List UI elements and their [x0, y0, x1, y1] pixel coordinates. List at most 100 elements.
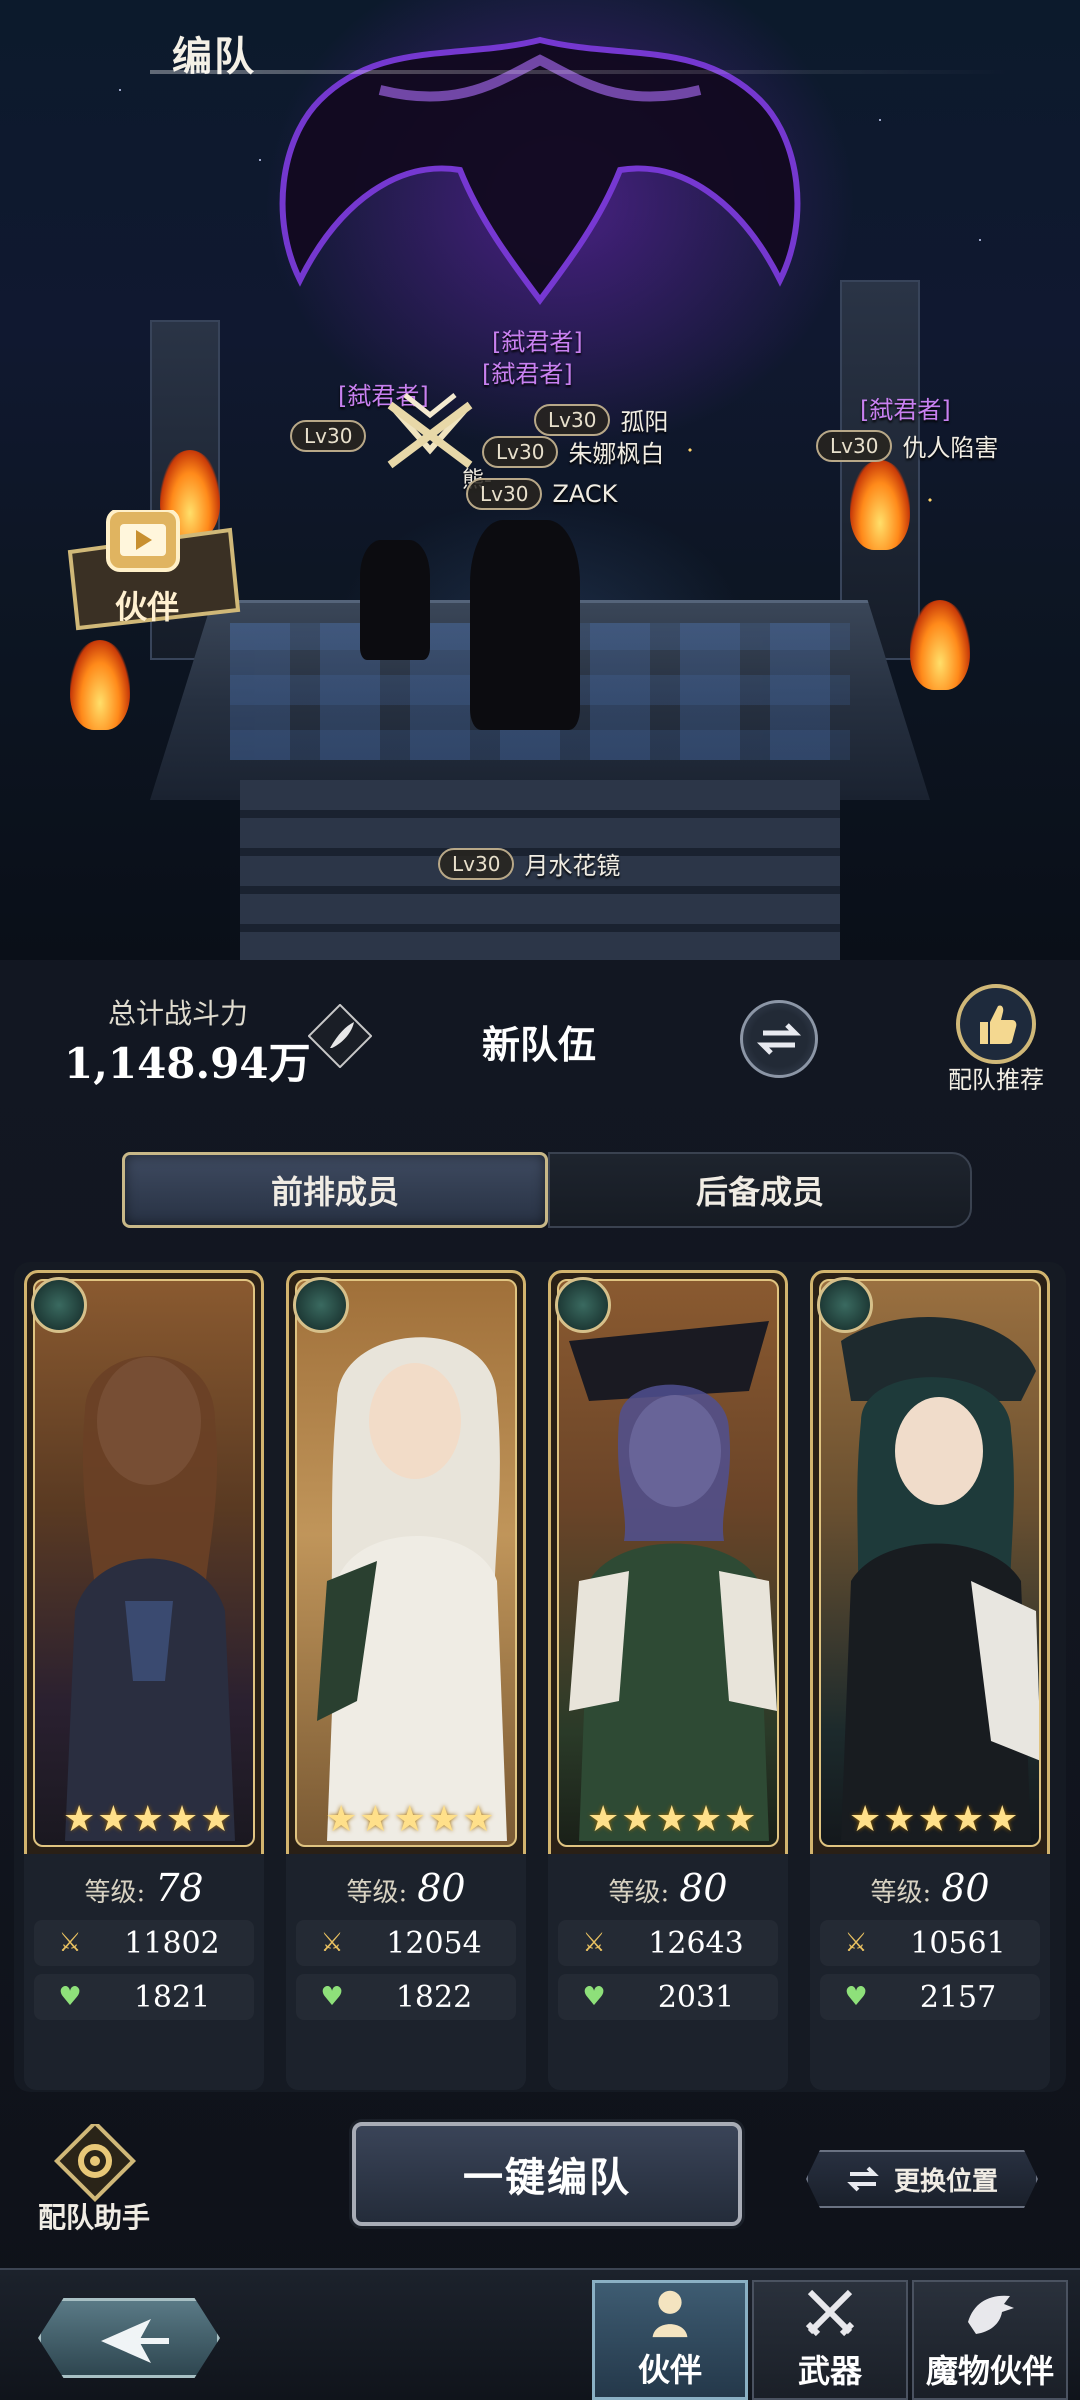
- level-label: 等级:: [608, 1878, 670, 1908]
- character-name: 孤阳: [620, 408, 669, 436]
- boss-silhouette: [279, 36, 801, 306]
- wind-element-icon: [555, 1277, 611, 1333]
- level-label: 等级:: [346, 1878, 408, 1908]
- crossed-swords-icon: [805, 2289, 855, 2337]
- wind-element-icon: [817, 1277, 873, 1333]
- gear-icon: [53, 2119, 137, 2203]
- right-brazier-fire: [850, 460, 910, 550]
- member-level: 等级: 80: [548, 1866, 788, 1910]
- companion-button-label: 伙伴: [115, 588, 180, 626]
- person-icon: [652, 2290, 688, 2338]
- companion-video-button[interactable]: 伙伴: [60, 508, 245, 635]
- nav-tab-label: 武器: [797, 2352, 862, 2390]
- member-portrait: [819, 1279, 1041, 1847]
- level-badge: Lv30: [438, 847, 515, 880]
- hp-value: 2031: [657, 1979, 735, 2015]
- member-level: 等级: 78: [24, 1866, 264, 1910]
- team-assistant-label: 配队助手: [38, 2201, 151, 2234]
- character-title: [弑君者]: [482, 360, 573, 388]
- dragon-icon: [968, 2295, 1014, 2334]
- back-button[interactable]: [38, 2298, 220, 2378]
- recommend-team-label: 配队推荐: [948, 1066, 1044, 1094]
- character-nameplate: Lv30: [290, 420, 367, 452]
- nav-tab-label: 伙伴: [637, 2351, 702, 2389]
- member-level: 等级: 80: [810, 1866, 1050, 1910]
- right-lower-fire: [910, 600, 970, 690]
- member-portrait: [295, 1279, 517, 1847]
- character-title: [弑君者]: [492, 328, 583, 356]
- swap-arrows-icon: [756, 1023, 802, 1055]
- member-portrait: [33, 1279, 255, 1847]
- character-nameplate: Lv30 ZACK: [466, 478, 617, 510]
- tab-reserve[interactable]: 后备成员: [548, 1152, 972, 1228]
- level-value: 80: [417, 1866, 466, 1910]
- level-value: 80: [941, 1866, 990, 1910]
- rarity-stars: ★ ★ ★ ★ ★: [587, 1799, 757, 1840]
- heart-icon: ♥: [844, 1982, 868, 2012]
- character-portrait-figure: [65, 1356, 235, 1841]
- total-power-value: 1,148.94万: [64, 1039, 311, 1088]
- switch-team-button[interactable]: [740, 1000, 818, 1078]
- attack-value: 12054: [386, 1925, 482, 1961]
- team-name[interactable]: 新队伍: [482, 1014, 596, 1069]
- regicide-crossed-swords-icon: [387, 393, 473, 469]
- hp-stat: ♥ 2031: [558, 1974, 778, 2020]
- character-name: 朱娜枫白: [568, 440, 665, 468]
- rarity-stars: ★ ★ ★ ★ ★: [325, 1799, 495, 1840]
- thumbs-up-icon: [956, 984, 1036, 1064]
- level-label: 等级:: [870, 1878, 932, 1908]
- character-nameplate: Lv30 月水花镜: [438, 846, 620, 881]
- hp-stat: ♥ 1821: [34, 1974, 254, 2020]
- rarity-stars: ★ ★ ★ ★ ★: [849, 1799, 1019, 1840]
- nav-tab-companion[interactable]: 伙伴: [592, 2280, 748, 2400]
- character-portrait-figure: [569, 1321, 777, 1841]
- quill-edit-icon[interactable]: [308, 1004, 372, 1068]
- hp-value: 1821: [133, 1979, 211, 2015]
- back-arrow-icon: [101, 2319, 169, 2363]
- member-portrait: [557, 1279, 779, 1847]
- attack-value: 12643: [648, 1925, 744, 1961]
- crossed-swords-icon: ⚔: [320, 1928, 344, 1958]
- tab-front-row[interactable]: 前排成员: [122, 1152, 548, 1228]
- character-portrait-figure: [841, 1317, 1039, 1841]
- attack-stat: ⚔ 12054: [296, 1920, 516, 1966]
- hp-stat: ♥ 2157: [820, 1974, 1040, 2020]
- character-nameplate: Lv30 朱娜枫白: [482, 434, 664, 469]
- attack-value: 11802: [124, 1925, 220, 1961]
- character-portrait-figure: [317, 1337, 507, 1841]
- total-power-label: 总计战斗力: [108, 997, 249, 1030]
- battle-scene: 编队 [弑君者] [弑君者] [弑君者] [弑君者] Lv30 Lv30 孤阳 …: [0, 0, 1080, 960]
- character-name: 仇人陷害: [902, 434, 999, 462]
- level-badge: Lv30: [816, 429, 893, 462]
- member-tabs: 前排成员 后备成员: [122, 1152, 972, 1228]
- crossed-swords-icon: ⚔: [582, 1928, 606, 1958]
- character-title: [弑君者]: [860, 396, 951, 424]
- attack-stat: ⚔ 10561: [820, 1920, 1040, 1966]
- nav-tab-monster-companion[interactable]: 魔物伙伴: [912, 2280, 1068, 2400]
- crossed-swords-icon: ⚔: [844, 1928, 868, 1958]
- party-character[interactable]: [360, 540, 430, 660]
- attack-stat: ⚔ 11802: [34, 1920, 254, 1966]
- level-value: 80: [679, 1866, 728, 1910]
- left-lower-fire: [70, 640, 130, 730]
- level-badge: Lv30: [482, 435, 559, 468]
- hp-value: 2157: [919, 1979, 997, 2015]
- hp-value: 1822: [395, 1979, 473, 2015]
- level-badge: Lv30: [290, 420, 367, 452]
- character-name: 月水花镜: [524, 852, 621, 880]
- wind-element-icon: [293, 1277, 349, 1333]
- character-name: ZACK: [552, 480, 618, 508]
- rarity-stars: ★ ★ ★ ★ ★: [63, 1799, 233, 1840]
- heart-icon: ♥: [582, 1982, 606, 2012]
- member-level: 等级: 80: [286, 1866, 526, 1910]
- level-badge: Lv30: [534, 403, 611, 436]
- heart-icon: ♥: [58, 1982, 82, 2012]
- party-character[interactable]: [470, 520, 580, 730]
- nav-tab-weapon[interactable]: 武器: [752, 2280, 908, 2400]
- auto-form-team-label: 一键编队: [463, 2154, 631, 2201]
- recommend-team-button[interactable]: [944, 982, 1048, 1072]
- swap-position-label: 更换位置: [893, 2166, 998, 2197]
- auto-form-team-button[interactable]: 一键编队: [352, 2122, 742, 2226]
- swap-position-button[interactable]: 更换位置: [806, 2150, 1038, 2208]
- swap-arrows-icon: [847, 2166, 879, 2192]
